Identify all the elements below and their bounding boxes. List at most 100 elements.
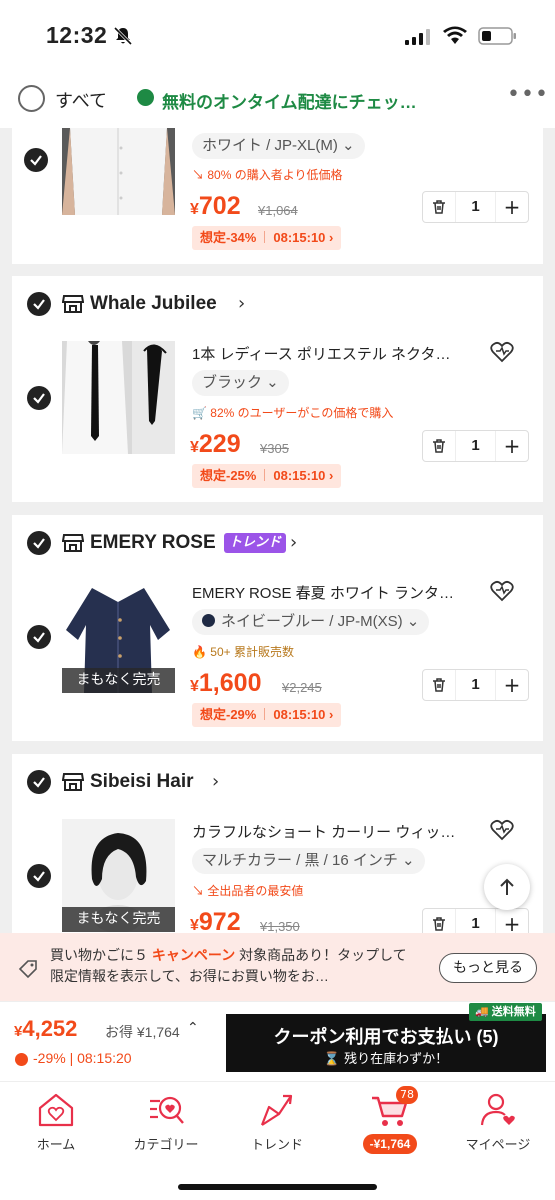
store-icon xyxy=(62,534,84,552)
countdown-text: 08:15:10 xyxy=(273,230,326,245)
variant-selector[interactable]: ネイビーブルー / JP-M(XS) ⌄ xyxy=(192,609,430,635)
quantity-value[interactable]: 1 xyxy=(455,192,496,222)
trash-icon[interactable] xyxy=(423,431,455,461)
item-checkbox[interactable] xyxy=(27,386,51,410)
original-price: ¥1,064 xyxy=(258,203,298,218)
home-icon xyxy=(38,1093,74,1127)
low-stock-text: 残り在庫わずか！ xyxy=(344,1051,449,1066)
discount-timer[interactable]: 想定-29% 08:15:10 › xyxy=(192,703,342,727)
selling-out-label: まもなく完売 xyxy=(62,907,175,932)
back-to-top-button[interactable] xyxy=(484,864,530,910)
battery-icon xyxy=(478,27,516,45)
store-icon xyxy=(62,295,84,313)
quantity-value[interactable]: 1 xyxy=(455,431,496,461)
hourglass-icon: ⌛ xyxy=(323,1051,341,1066)
original-price: ¥305 xyxy=(260,441,289,456)
quantity-value[interactable]: 1 xyxy=(455,909,496,933)
checkout-button[interactable]: クーポン利用でお支払い (5) ⌛ 残り在庫わずか！ xyxy=(226,1014,546,1072)
product-image-wig[interactable]: まもなく完売 xyxy=(62,819,175,932)
store-name[interactable]: Whale Jubilee xyxy=(90,293,217,315)
countdown-text: 08:15:10 xyxy=(273,707,326,722)
discount-text: 想定-29% xyxy=(200,707,257,722)
select-all-radio[interactable] xyxy=(18,85,45,112)
hint-text: 82% のユーザーがこの価格で購入 xyxy=(210,406,394,420)
wishlist-heart-icon[interactable] xyxy=(490,341,514,363)
product-image-necktie[interactable] xyxy=(62,341,175,454)
chevron-right-icon[interactable]: › xyxy=(212,771,219,792)
select-all-label[interactable]: すべて xyxy=(55,87,107,113)
store-checkbox[interactable] xyxy=(27,770,51,794)
free-shipping-text: 送料無料 xyxy=(491,1006,536,1018)
discount-timer[interactable]: 想定-34% 08:15:10 › xyxy=(192,226,342,250)
store-name[interactable]: EMERY ROSE xyxy=(90,532,216,554)
chevron-up-icon[interactable]: ⌃ xyxy=(187,1020,199,1036)
chevron-right-icon[interactable]: › xyxy=(290,532,297,553)
signal-icon xyxy=(405,29,430,45)
selling-out-label: まもなく完売 xyxy=(62,668,175,693)
product-image-white-shirt[interactable] xyxy=(62,128,175,215)
trend-arrow-icon xyxy=(260,1094,293,1126)
cart-header: すべて 無料のオンタイム配達にチェッ… ••• xyxy=(0,76,555,128)
tab-mypage[interactable]: マイページ xyxy=(448,1092,548,1153)
item-checkbox[interactable] xyxy=(24,148,48,172)
saved-amount[interactable]: お得 ¥1,764 xyxy=(105,1022,180,1042)
campaign-banner[interactable]: 買い物かごに５ キャンペーン 対象商品あり！タップして限定情報を表示して、お得に… xyxy=(0,933,555,1001)
cart-store-card: ホワイト / JP-XL(M) ⌄ ↘ 80% の購入者より低価格 ¥702 ¥… xyxy=(12,128,543,264)
wishlist-heart-icon[interactable] xyxy=(490,819,514,841)
discount-timer[interactable]: 想定-25% 08:15:10 › xyxy=(192,464,342,488)
plus-icon[interactable]: + xyxy=(496,431,528,461)
price-hint: 🛒 82% のユーザーがこの価格で購入 xyxy=(192,404,393,421)
product-title[interactable]: 1本 レディース ポリエステル ネクタ… xyxy=(192,343,482,364)
currency-symbol: ¥ xyxy=(190,678,199,695)
product-title[interactable]: EMERY ROSE 春夏 ホワイト ランタ… xyxy=(192,582,482,603)
item-checkbox[interactable] xyxy=(27,625,51,649)
low-stock-note: ⌛ 残り在庫わずか！ xyxy=(226,1048,546,1067)
variant-text: ネイビーブルー / JP-M(XS) xyxy=(221,613,403,630)
tab-cart[interactable]: 78 -¥1,764 xyxy=(340,1086,440,1154)
variant-text: マルチカラー / 黒 / 16 インチ xyxy=(202,852,398,869)
home-indicator xyxy=(178,1184,377,1190)
store-checkbox[interactable] xyxy=(27,531,51,555)
variant-selector[interactable]: ホワイト / JP-XL(M) ⌄ xyxy=(192,133,365,159)
trash-icon[interactable] xyxy=(423,192,455,222)
ontime-delivery-promo[interactable]: 無料のオンタイム配達にチェッ… xyxy=(162,88,417,113)
plus-icon[interactable]: + xyxy=(496,909,528,933)
wishlist-heart-icon[interactable] xyxy=(490,580,514,602)
tab-home[interactable]: ホーム xyxy=(6,1092,106,1153)
clock-icon xyxy=(137,89,154,106)
hint-text: 80% の購入者より低価格 xyxy=(207,168,343,182)
store-checkbox[interactable] xyxy=(27,292,51,316)
store-icon xyxy=(62,773,84,791)
quantity-value[interactable]: 1 xyxy=(455,670,496,700)
total-value: 4,252 xyxy=(22,1016,78,1041)
see-more-button[interactable]: もっと見る xyxy=(439,953,537,983)
trash-icon[interactable] xyxy=(423,909,455,933)
more-options-icon[interactable]: ••• xyxy=(507,82,549,107)
tab-trend[interactable]: トレンド xyxy=(227,1092,327,1153)
store-name[interactable]: Sibeisi Hair xyxy=(90,771,194,793)
plus-icon[interactable]: + xyxy=(496,192,528,222)
fire-icon: 🔥 xyxy=(192,645,211,659)
variant-selector[interactable]: マルチカラー / 黒 / 16 インチ ⌄ xyxy=(192,848,425,874)
price-hint: ↘ 80% の購入者より低価格 xyxy=(192,166,342,183)
user-icon xyxy=(480,1093,515,1126)
bell-muted-icon xyxy=(113,26,133,46)
tab-category[interactable]: カテゴリー xyxy=(116,1092,216,1153)
product-title[interactable]: カラフルなショート カーリー ウィッ… xyxy=(192,821,482,842)
price-value: 702 xyxy=(198,192,241,220)
arrow-up-icon xyxy=(500,878,514,895)
bottom-tab-bar: ホーム カテゴリー トレンド 78 -¥1,764 マイページ xyxy=(0,1081,555,1200)
tag-icon xyxy=(18,960,37,979)
cart-store-card: Sibeisi Hair › まもなく完売 カラフルなショート カーリー ウィッ… xyxy=(12,754,543,933)
product-image-navy-cardigan[interactable]: まもなく完売 xyxy=(62,580,175,693)
plus-icon[interactable]: + xyxy=(496,670,528,700)
quantity-stepper: 1 + xyxy=(422,908,529,933)
hint-text: 50+ 累計販売数 xyxy=(210,645,294,659)
trash-icon[interactable] xyxy=(423,670,455,700)
variant-selector[interactable]: ブラック ⌄ xyxy=(192,370,289,396)
chevron-right-icon[interactable]: › xyxy=(238,293,245,314)
tab-home-label: ホーム xyxy=(36,1137,76,1152)
item-checkbox[interactable] xyxy=(27,864,51,888)
campaign-highlight: キャンペーン xyxy=(151,947,236,963)
original-price: ¥1,350 xyxy=(260,919,300,933)
